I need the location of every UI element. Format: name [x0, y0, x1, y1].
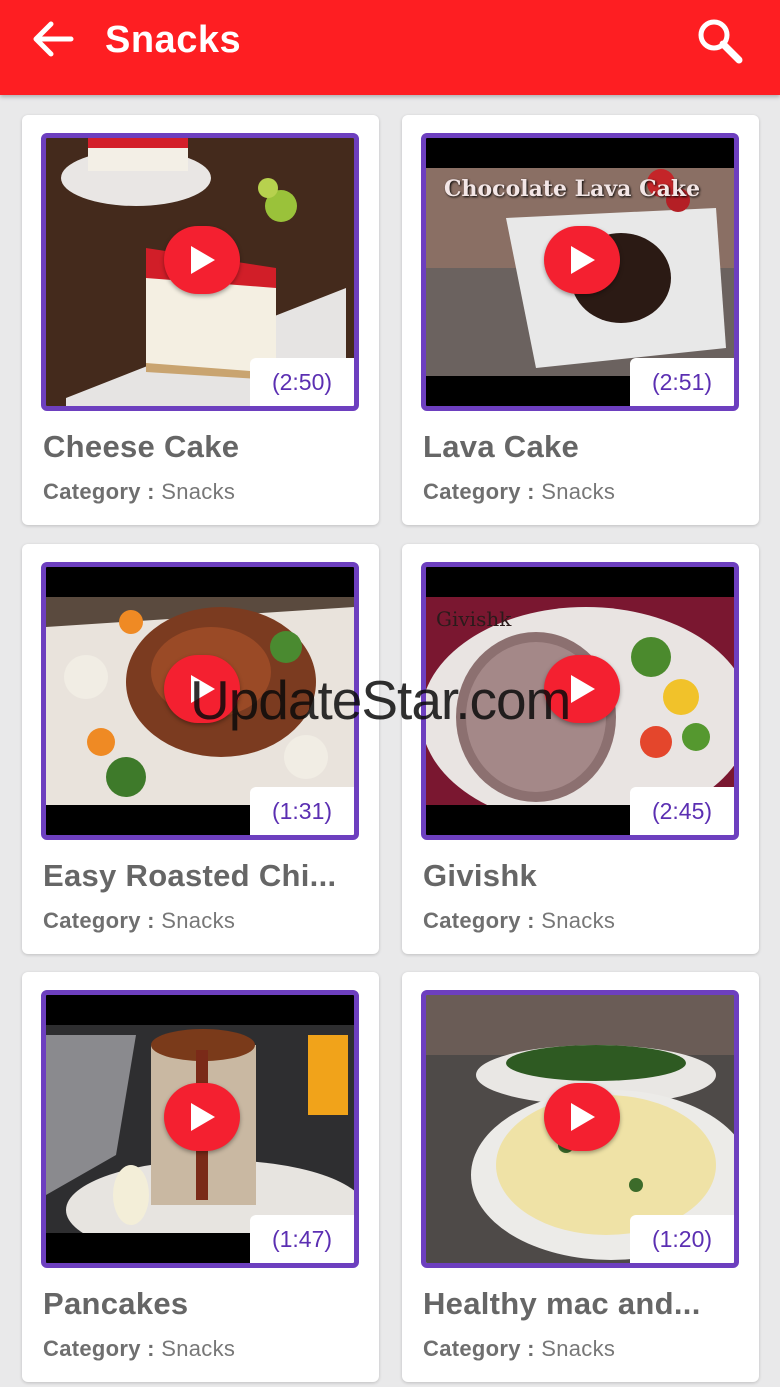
video-category: Category : Snacks — [43, 1336, 235, 1362]
video-thumbnail[interactable]: (1:47) — [41, 990, 359, 1268]
play-icon — [191, 675, 215, 703]
video-title[interactable]: Cheese Cake — [43, 429, 353, 465]
play-icon — [571, 675, 595, 703]
category-value: Snacks — [541, 908, 616, 933]
video-card[interactable]: (1:31) Easy Roasted Chi... Category : Sn… — [22, 544, 379, 954]
letterbox-top — [46, 567, 354, 597]
video-category: Category : Snacks — [423, 1336, 615, 1362]
video-category: Category : Snacks — [423, 908, 615, 934]
video-duration: (2:45) — [630, 787, 734, 835]
category-label: Category : — [43, 1336, 155, 1361]
thumbnail-caption: Givishk — [436, 607, 512, 631]
video-category: Category : Snacks — [423, 479, 615, 505]
video-duration: (1:20) — [630, 1215, 734, 1263]
category-label: Category : — [423, 1336, 535, 1361]
category-label: Category : — [423, 479, 535, 504]
play-button[interactable] — [164, 1083, 240, 1151]
play-icon — [571, 1103, 595, 1131]
play-button[interactable] — [544, 226, 620, 294]
video-card[interactable]: Givishk (2:45) Givishk Category : Snacks — [402, 544, 759, 954]
category-label: Category : — [43, 479, 155, 504]
video-category: Category : Snacks — [43, 908, 235, 934]
video-category: Category : Snacks — [43, 479, 235, 505]
category-value: Snacks — [541, 1336, 616, 1361]
play-icon — [191, 246, 215, 274]
letterbox-top — [426, 567, 734, 597]
search-icon — [698, 19, 743, 64]
video-card[interactable]: (1:47) Pancakes Category : Snacks — [22, 972, 379, 1382]
letterbox-top — [426, 138, 734, 168]
category-value: Snacks — [541, 479, 616, 504]
video-duration: (2:50) — [250, 358, 354, 406]
category-label: Category : — [43, 908, 155, 933]
video-title[interactable]: Givishk — [423, 858, 733, 894]
video-title[interactable]: Lava Cake — [423, 429, 733, 465]
video-title[interactable]: Easy Roasted Chi... — [43, 858, 353, 894]
video-card[interactable]: (2:50) Cheese Cake Category : Snacks — [22, 115, 379, 525]
video-card[interactable]: (1:20) Healthy mac and... Category : Sna… — [402, 972, 759, 1382]
back-button[interactable] — [26, 17, 78, 61]
arrow-left-icon — [33, 21, 74, 57]
category-value: Snacks — [161, 908, 236, 933]
play-button[interactable] — [544, 1083, 620, 1151]
play-icon — [191, 1103, 215, 1131]
video-thumbnail[interactable]: (1:31) — [41, 562, 359, 840]
video-card[interactable]: Chocolate Lava Cake (2:51) Lava Cake Cat… — [402, 115, 759, 525]
video-thumbnail[interactable]: Givishk (2:45) — [421, 562, 739, 840]
app-bar: Snacks — [0, 0, 780, 95]
video-thumbnail[interactable]: Chocolate Lava Cake (2:51) — [421, 133, 739, 411]
video-duration: (1:31) — [250, 787, 354, 835]
play-button[interactable] — [164, 655, 240, 723]
video-thumbnail[interactable]: (2:50) — [41, 133, 359, 411]
play-icon — [571, 246, 595, 274]
video-title[interactable]: Healthy mac and... — [423, 1286, 733, 1322]
category-label: Category : — [423, 908, 535, 933]
video-title[interactable]: Pancakes — [43, 1286, 353, 1322]
play-button[interactable] — [164, 226, 240, 294]
category-value: Snacks — [161, 479, 236, 504]
thumbnail-caption: Chocolate Lava Cake — [444, 176, 701, 202]
play-button[interactable] — [544, 655, 620, 723]
page-title: Snacks — [105, 19, 242, 61]
video-duration: (1:47) — [250, 1215, 354, 1263]
search-button[interactable] — [694, 16, 746, 64]
video-duration: (2:51) — [630, 358, 734, 406]
video-thumbnail[interactable]: (1:20) — [421, 990, 739, 1268]
category-value: Snacks — [161, 1336, 236, 1361]
letterbox-top — [46, 995, 354, 1025]
